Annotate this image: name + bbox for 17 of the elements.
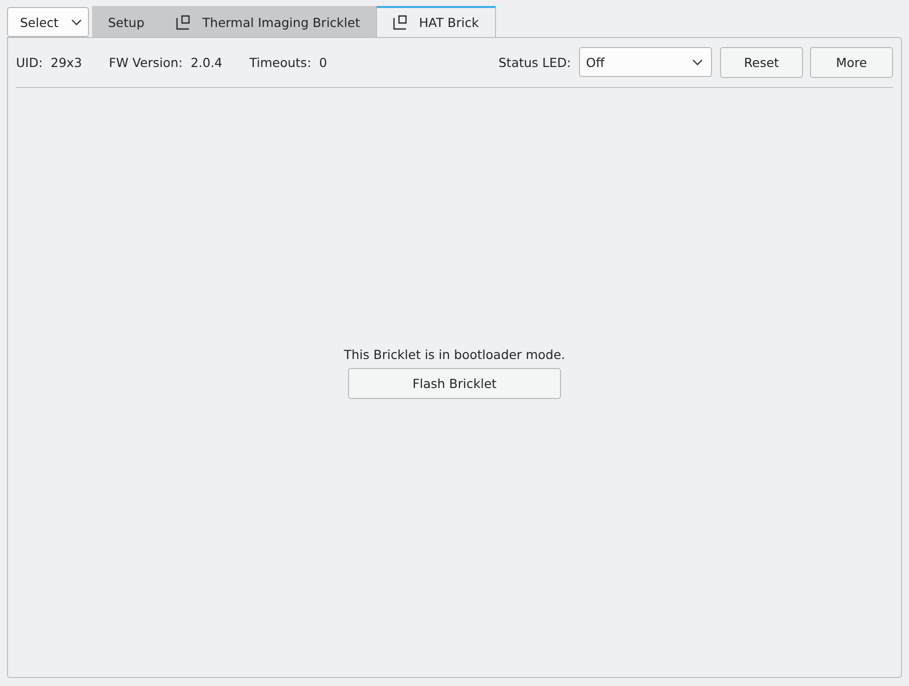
window-icon [176, 15, 190, 30]
window-icon [392, 15, 407, 30]
info-label: FW Version: 2.0.4 [108, 54, 222, 70]
flash-button[interactable]: Flash Bricklet [348, 368, 561, 398]
status-led-label: Status LED: [498, 54, 571, 70]
toolbar-button[interactable]: Reset [720, 46, 803, 78]
tab[interactable]: Setup [92, 6, 160, 37]
status-led-dropdown[interactable]: Off [579, 47, 712, 77]
toolbar-button[interactable]: More [810, 46, 893, 78]
tab[interactable]: Thermal Imaging Bricklet [160, 6, 376, 37]
select-dropdown[interactable]: Select [7, 7, 89, 37]
chevron-down-icon [692, 58, 703, 66]
chevron-down-icon [71, 18, 82, 26]
bootloader-message: This Bricklet is in bootloader mode. [344, 346, 566, 362]
tab[interactable]: HAT Brick [376, 6, 496, 37]
info-label: UID: 29x3 [16, 54, 82, 70]
info-label: Timeouts: 0 [249, 54, 328, 70]
